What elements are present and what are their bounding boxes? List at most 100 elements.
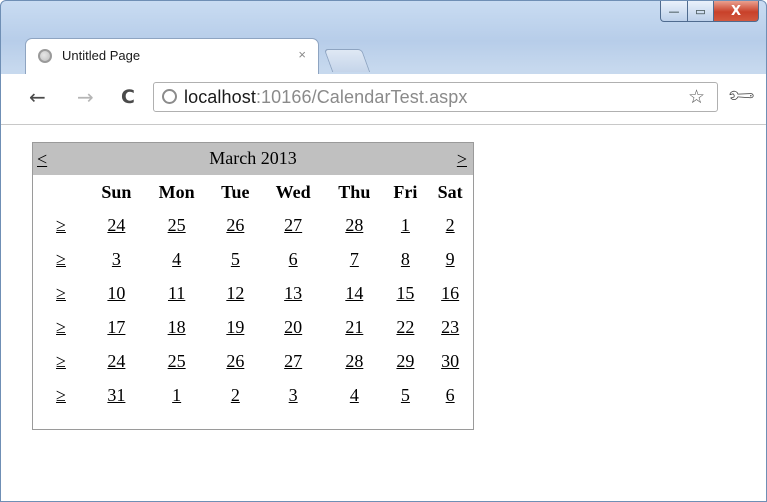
week-selector-cell: ≥ [33,276,89,310]
week-selector-cell: ≥ [33,208,89,242]
day-link[interactable]: 8 [401,249,410,269]
day-cell: 30 [427,344,473,378]
day-cell: 25 [144,208,210,242]
day-link[interactable]: 6 [289,249,298,269]
day-link[interactable]: 27 [284,351,302,371]
day-link[interactable]: 16 [441,283,459,303]
day-link[interactable]: 1 [401,215,410,235]
day-cell: 5 [209,242,261,276]
day-link[interactable]: 31 [107,385,125,405]
day-link[interactable]: 14 [345,283,363,303]
day-link[interactable]: 28 [345,215,363,235]
day-link[interactable]: 20 [284,317,302,337]
day-cell: 6 [427,378,473,412]
week-selector-cell: ≥ [33,378,89,412]
browser-toolbar: ← → C localhost:10166/CalendarTest.aspx … [1,74,766,125]
week-selector-cell: ≥ [33,310,89,344]
week-selector-cell: ≥ [33,242,89,276]
day-link[interactable]: 11 [168,283,185,303]
day-link[interactable]: 1 [172,385,181,405]
day-link[interactable]: 12 [226,283,244,303]
day-link[interactable]: 17 [107,317,125,337]
day-cell: 3 [89,242,144,276]
weekday-header-row: Sun Mon Tue Wed Thu Fri Sat [33,177,473,208]
week-select-link[interactable]: ≥ [56,283,66,303]
day-link[interactable]: 24 [107,351,125,371]
back-arrow-icon[interactable]: ← [29,85,46,109]
day-link[interactable]: 21 [345,317,363,337]
week-selector-cell: ≥ [33,344,89,378]
day-link[interactable]: 3 [112,249,121,269]
day-cell: 1 [144,378,210,412]
calendar-week-row: ≥24 25 26 27 28 1 2 [33,208,473,242]
day-link[interactable]: 27 [284,215,302,235]
calendar-title: March 2013 [209,148,297,168]
day-link[interactable]: 4 [350,385,359,405]
day-link[interactable]: 2 [446,215,455,235]
day-cell: 28 [325,208,383,242]
weekday-sun: Sun [101,182,132,202]
tab-close-icon[interactable]: × [298,47,306,62]
calendar-header: < March 2013 > [33,143,473,175]
day-link[interactable]: 29 [396,351,414,371]
day-link[interactable]: 24 [107,215,125,235]
close-window-button[interactable]: X [714,1,759,22]
maximize-button[interactable]: ▭ [688,1,714,22]
day-link[interactable]: 4 [172,249,181,269]
day-link[interactable]: 26 [226,215,244,235]
day-cell: 21 [325,310,383,344]
next-month-link[interactable]: > [457,149,467,170]
weekday-thu: Thu [338,182,371,202]
window-caption-buttons: — ▭ X [660,1,759,22]
day-cell: 27 [261,344,325,378]
new-tab-button[interactable] [323,49,371,72]
day-link[interactable]: 26 [226,351,244,371]
day-link[interactable]: 3 [289,385,298,405]
day-cell: 16 [427,276,473,310]
day-link[interactable]: 6 [446,385,455,405]
day-cell: 27 [261,208,325,242]
week-select-link[interactable]: ≥ [56,351,66,371]
day-link[interactable]: 19 [226,317,244,337]
wrench-menu-icon[interactable]: 🔧︎ [724,79,758,113]
day-link[interactable]: 23 [441,317,459,337]
day-link[interactable]: 10 [107,283,125,303]
week-select-link[interactable]: ≥ [56,317,66,337]
week-select-link[interactable]: ≥ [56,385,66,405]
week-select-link[interactable]: ≥ [56,215,66,235]
day-link[interactable]: 15 [396,283,414,303]
day-link[interactable]: 28 [345,351,363,371]
week-select-link[interactable]: ≥ [56,249,66,269]
reload-icon[interactable]: C [121,85,135,109]
day-link[interactable]: 30 [441,351,459,371]
url-host: localhost [184,87,256,107]
day-cell: 19 [209,310,261,344]
day-cell: 28 [325,344,383,378]
bookmark-star-icon[interactable]: ☆ [688,86,705,108]
day-cell: 18 [144,310,210,344]
address-bar[interactable]: localhost:10166/CalendarTest.aspx ☆ [153,82,718,112]
page-info-icon[interactable] [162,89,177,104]
calendar-grid: Sun Mon Tue Wed Thu Fri Sat ≥24 25 26 27 28 1… [33,177,473,412]
weekday-mon: Mon [158,182,195,202]
day-cell: 31 [89,378,144,412]
week-selector-header [33,177,89,208]
day-link[interactable]: 18 [168,317,186,337]
day-link[interactable]: 5 [401,385,410,405]
day-link[interactable]: 9 [446,249,455,269]
day-cell: 17 [89,310,144,344]
day-cell: 7 [325,242,383,276]
day-cell: 15 [384,276,428,310]
day-link[interactable]: 13 [284,283,302,303]
day-link[interactable]: 5 [231,249,240,269]
day-link[interactable]: 22 [396,317,414,337]
browser-tab[interactable]: Untitled Page × [25,38,319,75]
day-link[interactable]: 25 [168,351,186,371]
day-link[interactable]: 25 [168,215,186,235]
url-path: :10166/CalendarTest.aspx [255,87,468,107]
day-link[interactable]: 7 [350,249,359,269]
day-cell: 4 [325,378,383,412]
day-link[interactable]: 2 [231,385,240,405]
forward-arrow-icon[interactable]: → [77,85,94,109]
minimize-button[interactable]: — [660,1,688,22]
